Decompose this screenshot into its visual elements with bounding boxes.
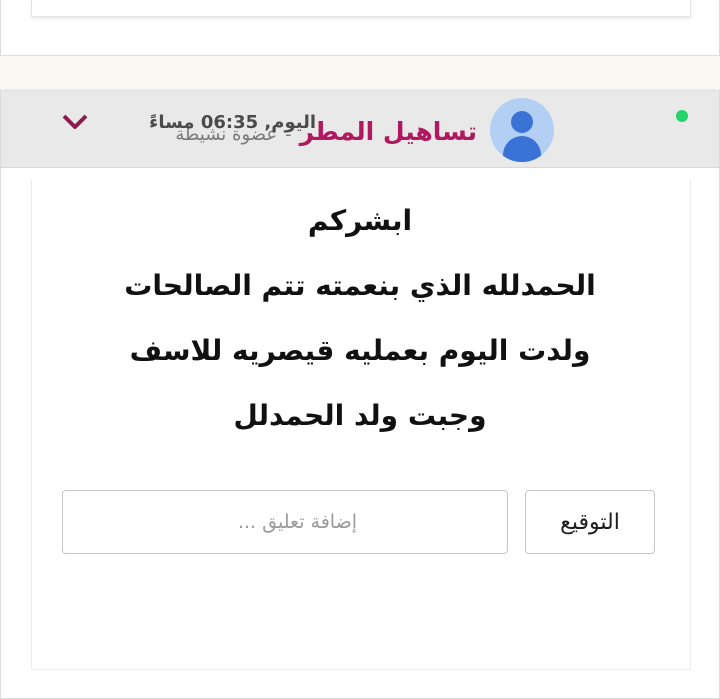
comment-input[interactable]: إضافة تعليق ... — [62, 490, 508, 554]
author-name[interactable]: تساهيل المطر — [300, 117, 477, 146]
chevron-down-icon[interactable] — [62, 114, 88, 130]
signature-button[interactable]: التوقيع — [525, 490, 655, 554]
previous-post-inner — [31, 0, 691, 17]
post-timestamp: اليوم, 06:35 مساءً — [149, 112, 316, 133]
message-line: ابشركم — [307, 204, 413, 237]
post-header: تساهيل المطر-عضوة نشيطة — [1, 91, 719, 168]
message-line: الحمدلله الذي بنعمته تتم الصالحات — [124, 269, 596, 302]
post-message: ابشركم الحمدلله الذي بنعمته تتم الصالحات… — [60, 188, 660, 448]
message-line: وجبت ولد الحمدلل — [233, 399, 487, 432]
post-separator — [0, 56, 720, 88]
avatar-icon[interactable] — [490, 98, 554, 162]
online-status-icon — [676, 110, 688, 122]
message-line: ولدت اليوم بعمليه قيصريه للاسف — [129, 334, 591, 367]
comment-placeholder: إضافة تعليق ... — [238, 511, 357, 533]
previous-post-card — [0, 0, 720, 56]
